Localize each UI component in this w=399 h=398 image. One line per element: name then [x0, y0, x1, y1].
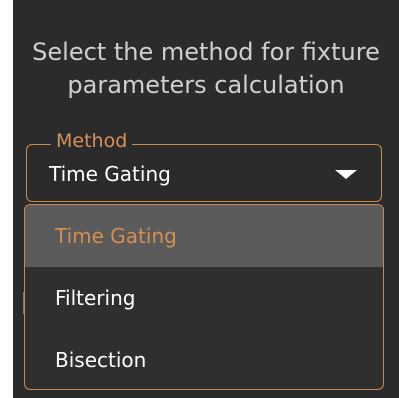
method-selected-value: Time Gating — [49, 162, 171, 186]
option-time-gating[interactable]: Time Gating — [25, 205, 383, 267]
prompt-line-2: parameters calculation — [67, 71, 345, 99]
method-select[interactable]: Method Time Gating — [26, 129, 382, 202]
method-label: Method — [51, 129, 133, 153]
method-dropdown-menu: Time Gating Filtering Bisection — [24, 204, 384, 390]
option-bisection[interactable]: Bisection — [25, 329, 383, 389]
option-filtering[interactable]: Filtering — [25, 267, 383, 329]
prompt-line-1: Select the method for fixture — [32, 38, 380, 66]
caret-down-icon[interactable] — [335, 170, 357, 179]
prompt-text: Select the method for fixture parameters… — [13, 36, 399, 102]
